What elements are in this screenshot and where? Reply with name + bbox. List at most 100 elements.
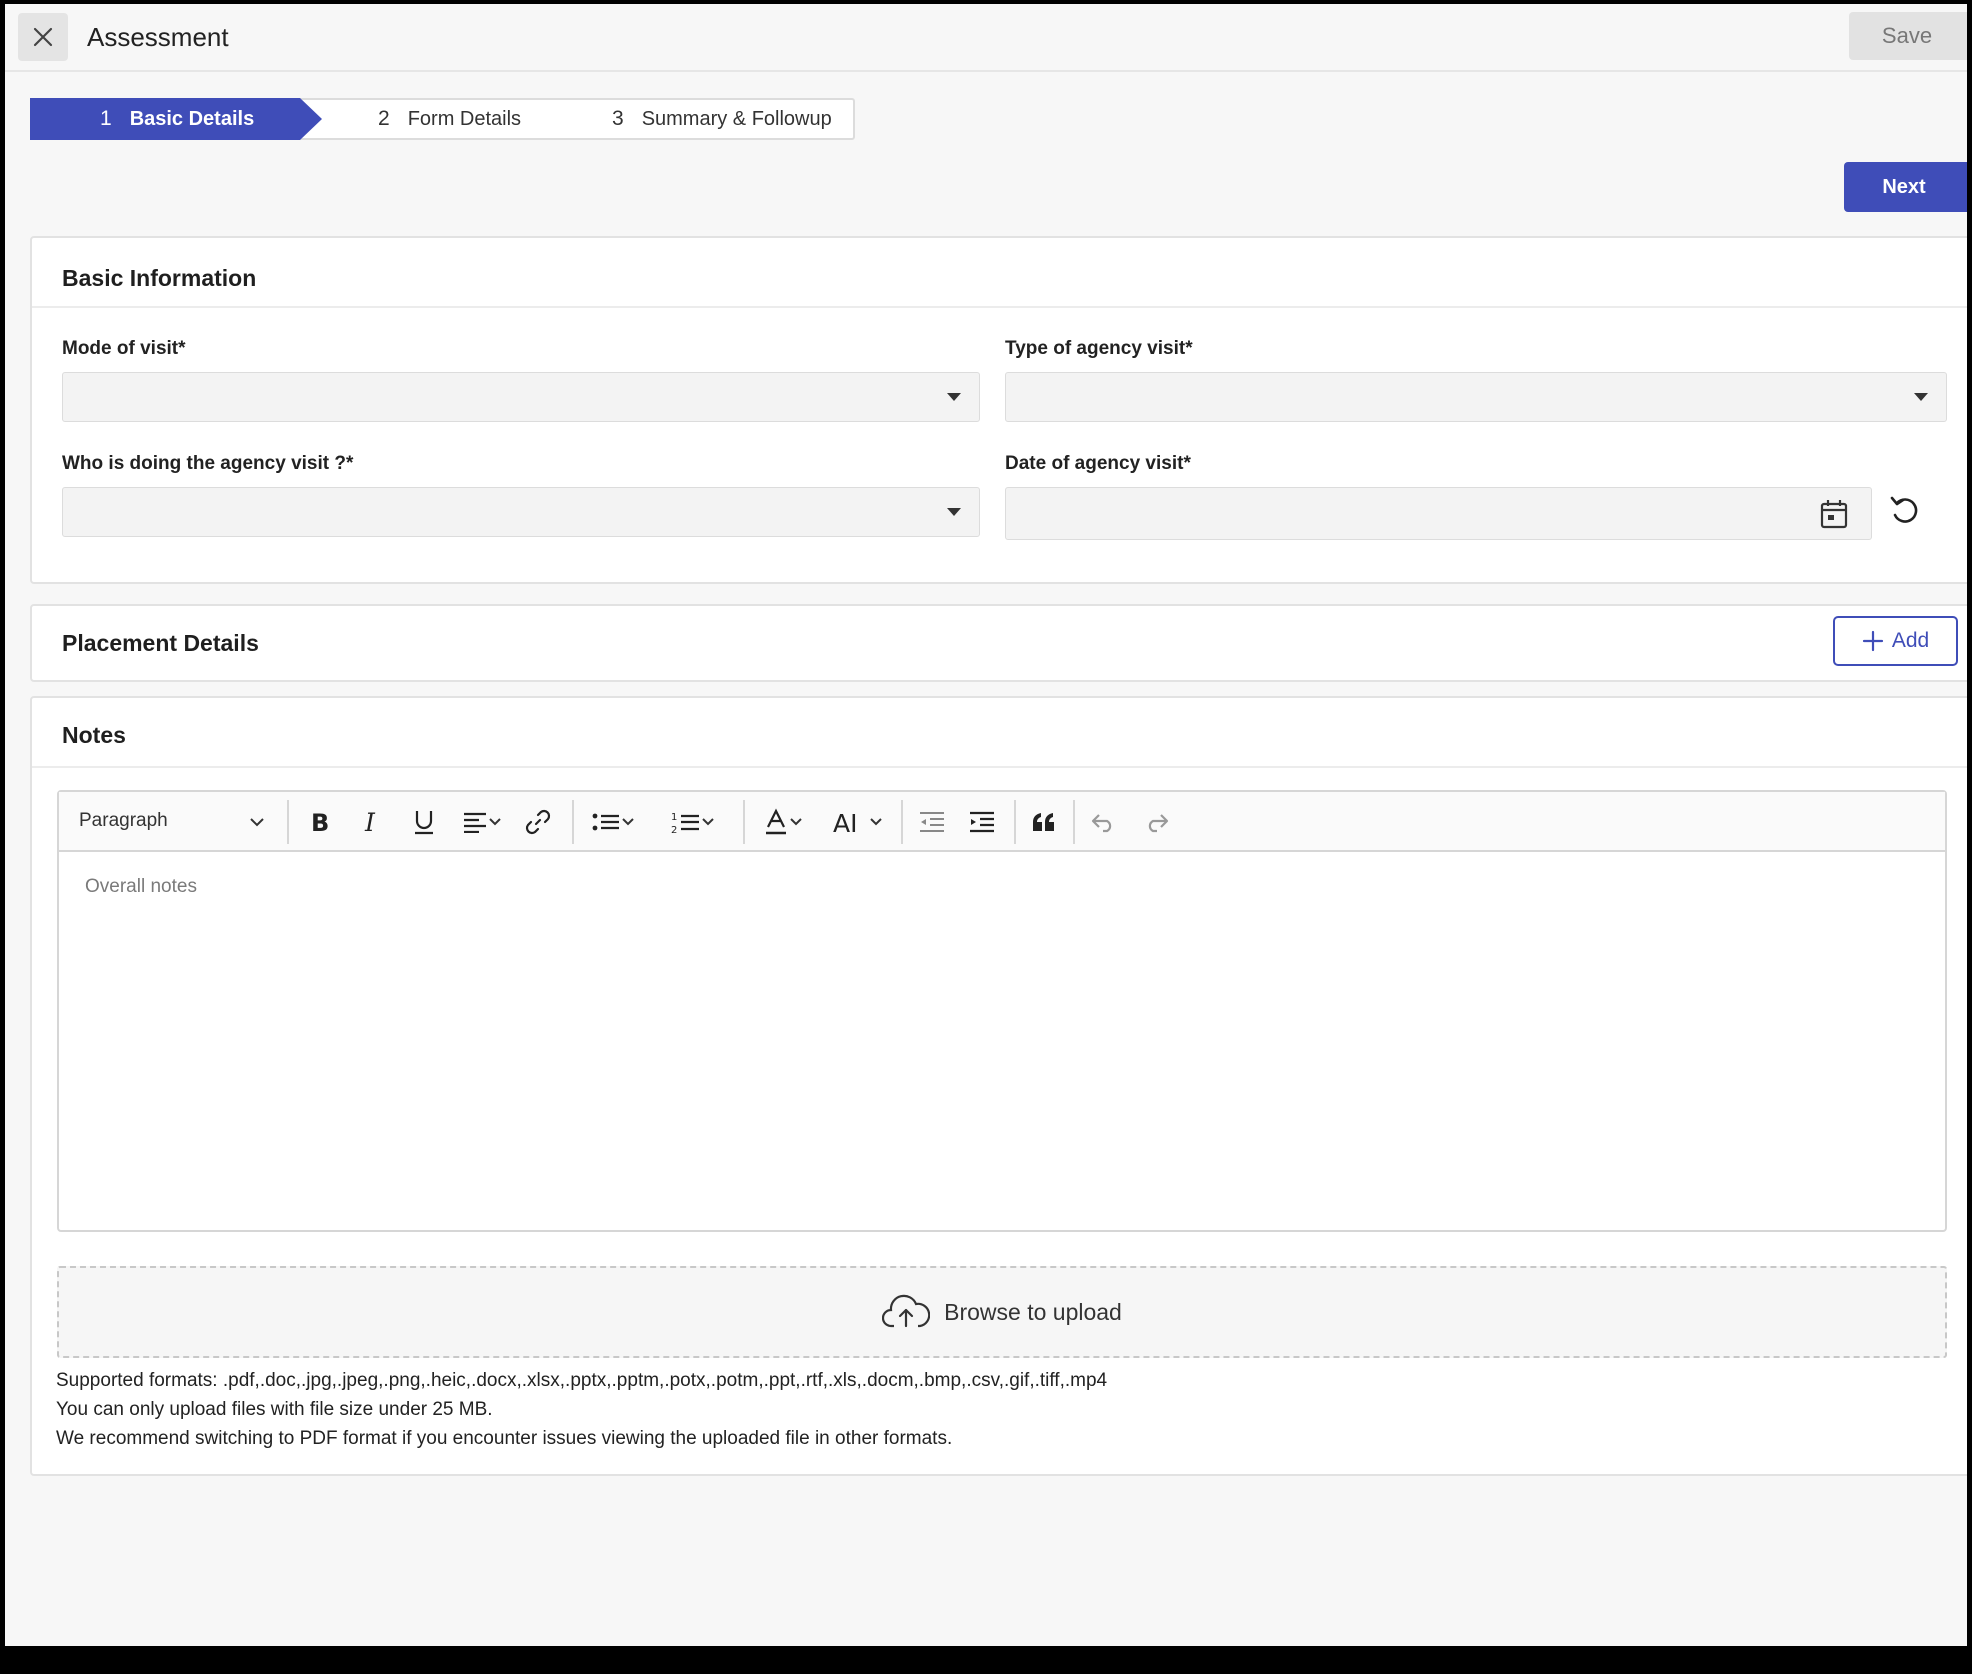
redo-icon [1148, 814, 1169, 833]
notes-card: Notes Paragraph B I 1 2 AI Overall notes… [30, 696, 1967, 1476]
bold-icon: B [311, 809, 329, 835]
cloud-upload-icon [882, 1294, 931, 1328]
upload-label: Browse to upload [944, 1298, 1122, 1325]
required-mark: * [1185, 338, 1193, 359]
chevron-down-icon [702, 818, 714, 826]
toolbar-separator [572, 800, 574, 844]
reset-icon[interactable] [1889, 494, 1921, 528]
add-label: Add [1891, 629, 1930, 652]
step-number: 1 [100, 107, 112, 130]
align-dropdown[interactable] [453, 792, 511, 852]
add-placement-button[interactable]: Add [1833, 616, 1958, 666]
bold-button[interactable]: B [297, 792, 343, 852]
blockquote-button[interactable] [1021, 792, 1067, 852]
numbered-list-dropdown[interactable]: 12 [659, 792, 727, 852]
step-label: Form Details [407, 107, 522, 130]
caret-down-icon [1914, 393, 1928, 401]
step-label: Summary & Followup [641, 107, 832, 130]
toolbar-separator [1073, 800, 1075, 844]
svg-text:I: I [364, 809, 376, 835]
svg-text:2: 2 [671, 825, 677, 835]
underline-button[interactable] [401, 792, 447, 852]
align-left-icon [464, 812, 486, 833]
font-color-icon [766, 808, 786, 835]
bullet-list-icon [592, 813, 619, 831]
editor-toolbar: Paragraph B I 1 2 AI [59, 792, 1945, 852]
mode-of-visit-label: Mode of visit* [62, 338, 186, 360]
step-form-details[interactable]: 2 Form Details [378, 100, 521, 138]
section-title: Placement Details [62, 630, 259, 656]
step-label: Basic Details [129, 107, 255, 130]
quote-icon [1033, 813, 1054, 831]
paragraph-style-dropdown[interactable]: Paragraph [59, 792, 279, 852]
type-of-agency-visit-select[interactable] [1005, 372, 1947, 422]
toolbar-separator [287, 800, 289, 844]
link-button[interactable] [515, 792, 561, 852]
close-icon [33, 27, 53, 47]
undo-icon [1091, 814, 1112, 833]
font-color-dropdown[interactable] [751, 792, 815, 852]
required-mark: * [345, 453, 354, 474]
link-icon [525, 809, 551, 835]
required-mark: * [1183, 453, 1191, 474]
who-is-doing-visit-select[interactable] [62, 487, 980, 537]
caret-down-icon [947, 393, 961, 401]
section-title: Notes [62, 722, 126, 748]
toolbar-separator [1014, 800, 1016, 844]
bullet-list-dropdown[interactable] [579, 792, 647, 852]
mode-of-visit-select[interactable] [62, 372, 980, 422]
label-text: Mode of visit [62, 338, 179, 359]
pdf-recommendation-note: We recommend switching to PDF format if … [56, 1428, 953, 1449]
required-mark: * [178, 338, 186, 359]
notes-textarea[interactable]: Overall notes [85, 876, 197, 898]
placement-details-card: Placement Details Add [30, 604, 1967, 682]
indent-button[interactable] [959, 792, 1005, 852]
numbered-list-icon: 12 [671, 812, 699, 835]
font-size-dropdown[interactable]: AI [823, 792, 893, 852]
file-size-note: You can only upload files with file size… [56, 1399, 493, 1420]
type-of-agency-visit-label: Type of agency visit* [1005, 338, 1193, 360]
divider [32, 766, 1967, 768]
undo-button[interactable] [1081, 792, 1127, 852]
italic-icon: I [364, 809, 376, 835]
save-button[interactable]: Save [1849, 12, 1967, 60]
toolbar-separator [901, 800, 903, 844]
indent-icon [970, 811, 994, 833]
label-text: Type of agency visit [1005, 338, 1186, 359]
close-button[interactable] [18, 13, 68, 61]
date-of-agency-visit-label: Date of agency visit* [1005, 453, 1191, 475]
label-text: Who is doing the agency visit ? [62, 453, 346, 474]
paragraph-label: Paragraph [79, 810, 168, 831]
svg-text:B: B [311, 809, 329, 835]
date-of-agency-visit-input[interactable] [1005, 487, 1872, 540]
plus-icon [1862, 630, 1883, 652]
redo-button[interactable] [1133, 792, 1179, 852]
caret-down-icon [947, 508, 961, 516]
header-bar: Assessment Save [5, 4, 1967, 72]
outdent-icon [920, 812, 944, 832]
outdent-button[interactable] [909, 792, 955, 852]
step-basic-details[interactable]: 1 Basic Details [30, 98, 322, 140]
who-is-doing-visit-label: Who is doing the agency visit ?* [62, 453, 353, 475]
svg-text:1: 1 [671, 812, 677, 823]
basic-information-card: Basic Information Mode of visit* Type of… [30, 236, 1967, 584]
assessment-window: Assessment Save 1 Basic Details 2 Form D… [5, 4, 1967, 1646]
divider [32, 306, 1967, 308]
page-title: Assessment [87, 22, 229, 52]
svg-text:AI: AI [833, 809, 857, 835]
calendar-icon[interactable] [1819, 498, 1849, 530]
rich-text-editor: Paragraph B I 1 2 AI Overall notes [57, 790, 1947, 1232]
step-number: 3 [612, 107, 624, 130]
section-title: Basic Information [62, 265, 257, 291]
italic-button[interactable]: I [349, 792, 395, 852]
chevron-down-icon [622, 818, 634, 826]
upload-dropzone[interactable]: Browse to upload [57, 1266, 1947, 1358]
chevron-down-icon [790, 818, 802, 826]
chevron-down-icon [250, 818, 264, 827]
next-button[interactable]: Next [1844, 162, 1967, 212]
stepper: 1 Basic Details 2 Form Details 3 Summary… [30, 98, 855, 140]
supported-formats-text: Supported formats: .pdf,.doc,.jpg,.jpeg,… [56, 1370, 1108, 1391]
step-summary-followup[interactable]: 3 Summary & Followup [612, 100, 832, 138]
font-size-icon: AI [833, 809, 857, 835]
underline-icon [415, 811, 433, 835]
